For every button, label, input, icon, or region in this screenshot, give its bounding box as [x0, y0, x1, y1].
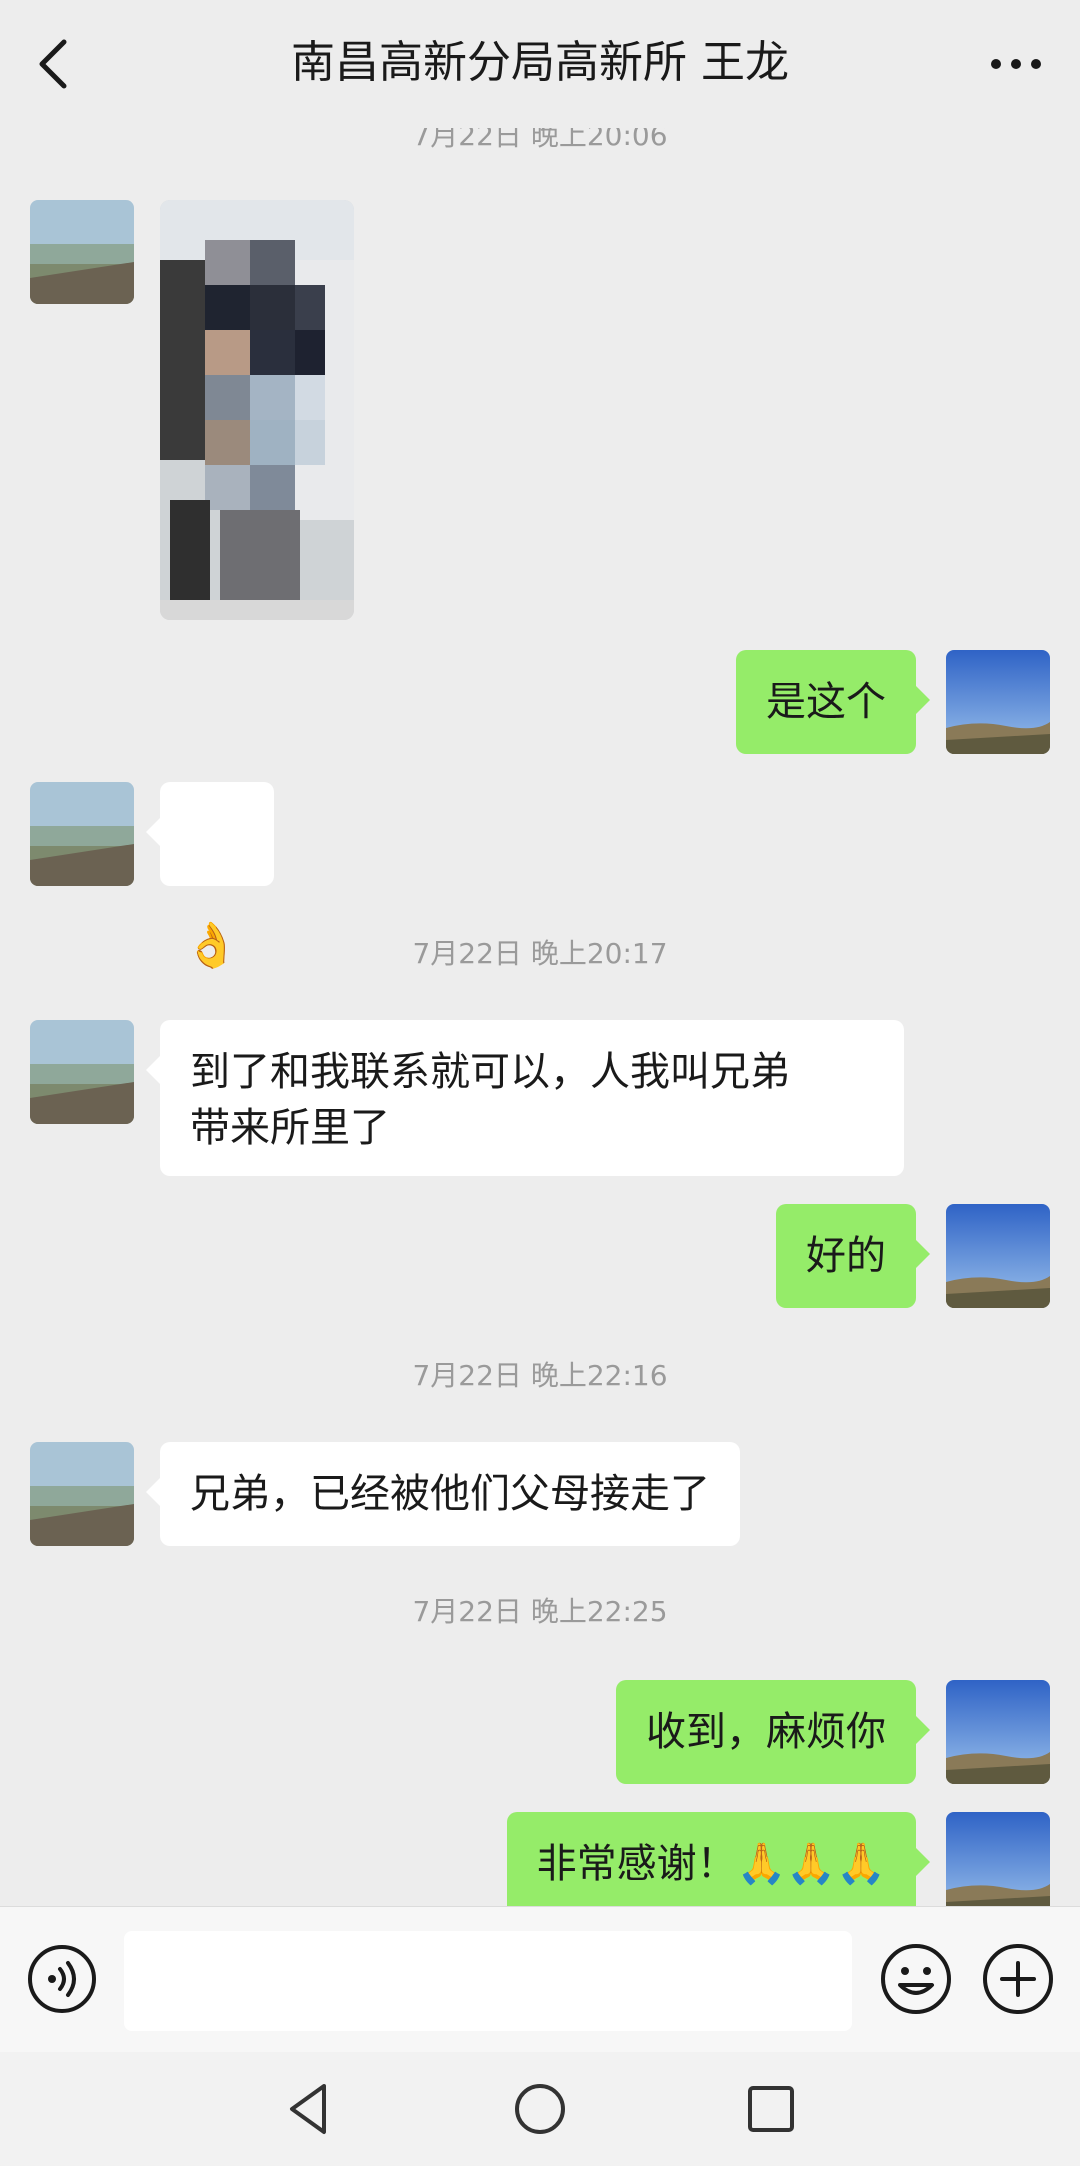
circle-home-icon[interactable] [511, 2080, 569, 2138]
timestamp: 7月22日 晚上22:25 [412, 1595, 668, 1628]
contact-avatar[interactable] [30, 782, 134, 886]
triangle-back-icon[interactable] [280, 2080, 338, 2138]
incoming-message[interactable]: 到了和我联系就可以，人我叫兄弟 带来所里了 [146, 1020, 904, 1176]
chat-area[interactable]: 7月22日 晚上20:06 是这个 👌 7月22日 晚上20:17 到了和我联系… [0, 0, 1080, 1906]
square-recent-icon[interactable] [742, 2080, 800, 2138]
input-bar [0, 1906, 1080, 2053]
outgoing-message[interactable]: 好的 [776, 1204, 930, 1308]
chevron-left-icon[interactable] [30, 36, 80, 92]
incoming-message[interactable]: 兄弟，已经被他们父母接走了 [146, 1442, 740, 1546]
message-input[interactable] [124, 1931, 852, 2031]
outgoing-message[interactable]: 非常感谢！🙏🙏🙏 [506, 1812, 931, 1906]
my-avatar[interactable] [946, 650, 1050, 754]
plus-circle-icon[interactable] [980, 1941, 1056, 2017]
outgoing-message[interactable]: 是这个 [736, 650, 930, 754]
blurred-photo[interactable] [160, 200, 354, 620]
incoming-emoji-message[interactable]: 👌 [146, 782, 274, 971]
contact-avatar[interactable] [30, 200, 134, 304]
timestamp: 7月22日 晚上20:17 [412, 937, 668, 970]
my-avatar[interactable] [946, 1812, 1050, 1906]
more-dots-icon[interactable] [988, 52, 1044, 76]
chat-title: 南昌高新分局高新所 王龙 [291, 37, 789, 88]
outgoing-message[interactable]: 收到，麻烦你 [616, 1680, 930, 1784]
chat-header: 南昌高新分局高新所 王龙 [0, 0, 1080, 128]
timestamp: 7月22日 晚上22:16 [412, 1359, 668, 1392]
my-avatar[interactable] [946, 1204, 1050, 1308]
system-nav-bar [0, 2052, 1080, 2166]
voice-icon[interactable] [26, 1943, 98, 2015]
contact-avatar[interactable] [30, 1020, 134, 1124]
contact-avatar[interactable] [30, 1442, 134, 1546]
smiley-icon[interactable] [878, 1941, 954, 2017]
my-avatar[interactable] [946, 1680, 1050, 1784]
